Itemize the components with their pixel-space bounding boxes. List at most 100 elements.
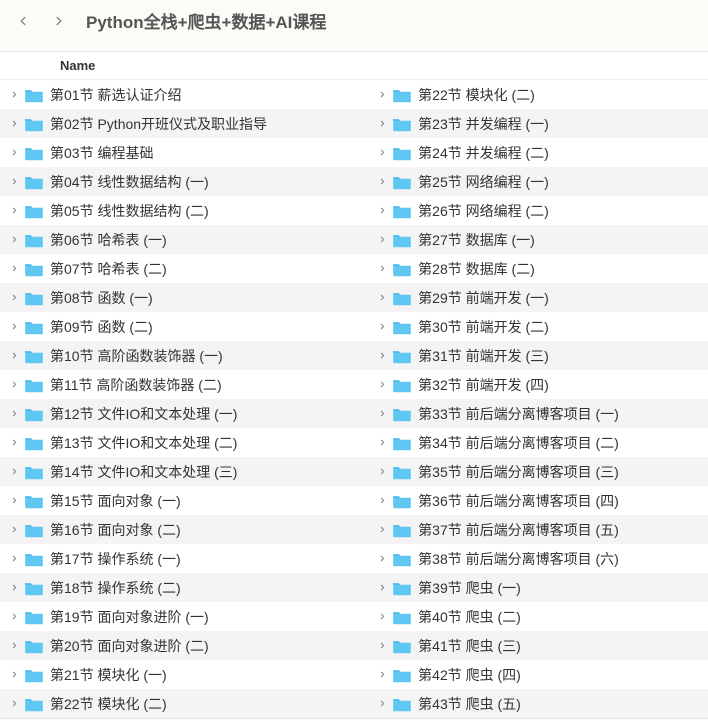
- disclosure-triangle-icon[interactable]: [8, 698, 20, 710]
- folder-row[interactable]: 第27节 数据库 (一): [368, 225, 708, 254]
- folder-row[interactable]: 第11节 高阶函数装饰器 (二): [0, 370, 368, 399]
- folder-row[interactable]: 第13节 文件IO和文本处理 (二): [0, 428, 368, 457]
- disclosure-triangle-icon[interactable]: [376, 437, 388, 449]
- folder-row[interactable]: 第10节 高阶函数装饰器 (一): [0, 341, 368, 370]
- folder-row[interactable]: 第12节 文件IO和文本处理 (一): [0, 399, 368, 428]
- folder-row[interactable]: 第04节 线性数据结构 (一): [0, 167, 368, 196]
- disclosure-triangle-icon[interactable]: [376, 176, 388, 188]
- disclosure-triangle-icon[interactable]: [376, 147, 388, 159]
- folder-row[interactable]: 第05节 线性数据结构 (二): [0, 196, 368, 225]
- folder-row[interactable]: 第16节 面向对象 (二): [0, 515, 368, 544]
- disclosure-triangle-icon[interactable]: [8, 263, 20, 275]
- disclosure-triangle-icon[interactable]: [8, 147, 20, 159]
- disclosure-triangle-icon[interactable]: [376, 321, 388, 333]
- disclosure-triangle-icon[interactable]: [8, 292, 20, 304]
- folder-row[interactable]: 第15节 面向对象 (一): [0, 486, 368, 515]
- folder-row[interactable]: 第20节 面向对象进阶 (二): [0, 631, 368, 660]
- folder-row[interactable]: 第28节 数据库 (二): [368, 254, 708, 283]
- folder-row[interactable]: 第18节 操作系统 (二): [0, 573, 368, 602]
- disclosure-triangle-icon[interactable]: [376, 292, 388, 304]
- disclosure-triangle-icon[interactable]: [376, 118, 388, 130]
- folder-label: 第15节 面向对象 (一): [50, 491, 181, 511]
- disclosure-triangle-icon[interactable]: [8, 176, 20, 188]
- disclosure-triangle-icon[interactable]: [8, 437, 20, 449]
- folder-row[interactable]: 第23节 并发编程 (一): [368, 109, 708, 138]
- disclosure-triangle-icon[interactable]: [376, 495, 388, 507]
- disclosure-triangle-icon[interactable]: [376, 582, 388, 594]
- folder-row[interactable]: 第07节 哈希表 (二): [0, 254, 368, 283]
- folder-icon: [392, 464, 412, 480]
- folder-row[interactable]: 第21节 模块化 (一): [0, 660, 368, 689]
- folder-row[interactable]: 第34节 前后端分离博客项目 (二): [368, 428, 708, 457]
- disclosure-triangle-icon[interactable]: [376, 263, 388, 275]
- folder-row[interactable]: 第01节 薪选认证介绍: [0, 80, 368, 109]
- folder-row[interactable]: 第19节 面向对象进阶 (一): [0, 602, 368, 631]
- page-title: Python全栈+爬虫+数据+AI课程: [86, 8, 326, 33]
- disclosure-triangle-icon[interactable]: [376, 89, 388, 101]
- folder-row[interactable]: 第37节 前后端分离博客项目 (五): [368, 515, 708, 544]
- folder-row[interactable]: 第42节 爬虫 (四): [368, 660, 708, 689]
- disclosure-triangle-icon[interactable]: [8, 582, 20, 594]
- disclosure-triangle-icon[interactable]: [8, 611, 20, 623]
- folder-row[interactable]: 第22节 模块化 (二): [0, 689, 368, 718]
- disclosure-triangle-icon[interactable]: [8, 350, 20, 362]
- folder-label: 第34节 前后端分离博客项目 (二): [418, 433, 619, 453]
- folder-row[interactable]: 第39节 爬虫 (一): [368, 573, 708, 602]
- folder-label: 第41节 爬虫 (三): [418, 636, 521, 656]
- folder-row[interactable]: 第36节 前后端分离博客项目 (四): [368, 486, 708, 515]
- disclosure-triangle-icon[interactable]: [376, 205, 388, 217]
- disclosure-triangle-icon[interactable]: [8, 495, 20, 507]
- disclosure-triangle-icon[interactable]: [376, 234, 388, 246]
- disclosure-triangle-icon[interactable]: [376, 466, 388, 478]
- disclosure-triangle-icon[interactable]: [8, 118, 20, 130]
- disclosure-triangle-icon[interactable]: [8, 408, 20, 420]
- folder-icon: [24, 464, 44, 480]
- disclosure-triangle-icon[interactable]: [376, 379, 388, 391]
- folder-row[interactable]: 第40节 爬虫 (二): [368, 602, 708, 631]
- folder-row[interactable]: 第14节 文件IO和文本处理 (三): [0, 457, 368, 486]
- folder-row[interactable]: 第30节 前端开发 (二): [368, 312, 708, 341]
- back-icon[interactable]: [14, 12, 32, 30]
- folder-row[interactable]: 第31节 前端开发 (三): [368, 341, 708, 370]
- disclosure-triangle-icon[interactable]: [376, 669, 388, 681]
- folder-row[interactable]: 第02节 Python开班仪式及职业指导: [0, 109, 368, 138]
- folder-row[interactable]: 第03节 编程基础: [0, 138, 368, 167]
- disclosure-triangle-icon[interactable]: [376, 611, 388, 623]
- disclosure-triangle-icon[interactable]: [8, 321, 20, 333]
- disclosure-triangle-icon[interactable]: [376, 350, 388, 362]
- disclosure-triangle-icon[interactable]: [376, 524, 388, 536]
- folder-row[interactable]: 第32节 前端开发 (四): [368, 370, 708, 399]
- folder-label: 第18节 操作系统 (二): [50, 578, 181, 598]
- disclosure-triangle-icon[interactable]: [376, 408, 388, 420]
- disclosure-triangle-icon[interactable]: [8, 640, 20, 652]
- folder-row[interactable]: 第26节 网络编程 (二): [368, 196, 708, 225]
- disclosure-triangle-icon[interactable]: [8, 524, 20, 536]
- folder-row[interactable]: 第29节 前端开发 (一): [368, 283, 708, 312]
- folder-row[interactable]: 第08节 函数 (一): [0, 283, 368, 312]
- folder-row[interactable]: 第41节 爬虫 (三): [368, 631, 708, 660]
- disclosure-triangle-icon[interactable]: [8, 205, 20, 217]
- disclosure-triangle-icon[interactable]: [376, 553, 388, 565]
- disclosure-triangle-icon[interactable]: [8, 553, 20, 565]
- disclosure-triangle-icon[interactable]: [376, 698, 388, 710]
- disclosure-triangle-icon[interactable]: [376, 640, 388, 652]
- folder-row[interactable]: 第09节 函数 (二): [0, 312, 368, 341]
- disclosure-triangle-icon[interactable]: [8, 379, 20, 391]
- disclosure-triangle-icon[interactable]: [8, 234, 20, 246]
- disclosure-triangle-icon[interactable]: [8, 89, 20, 101]
- disclosure-triangle-icon[interactable]: [8, 669, 20, 681]
- folder-row[interactable]: 第38节 前后端分离博客项目 (六): [368, 544, 708, 573]
- folder-row[interactable]: 第33节 前后端分离博客项目 (一): [368, 399, 708, 428]
- folder-label: 第36节 前后端分离博客项目 (四): [418, 491, 619, 511]
- folder-row[interactable]: 第22节 模块化 (二): [368, 80, 708, 109]
- column-header-name[interactable]: Name: [0, 52, 708, 80]
- folder-icon: [24, 551, 44, 567]
- folder-row[interactable]: 第06节 哈希表 (一): [0, 225, 368, 254]
- folder-row[interactable]: 第17节 操作系统 (一): [0, 544, 368, 573]
- disclosure-triangle-icon[interactable]: [8, 466, 20, 478]
- forward-icon[interactable]: [50, 12, 68, 30]
- folder-row[interactable]: 第24节 并发编程 (二): [368, 138, 708, 167]
- folder-row[interactable]: 第35节 前后端分离博客项目 (三): [368, 457, 708, 486]
- folder-row[interactable]: 第25节 网络编程 (一): [368, 167, 708, 196]
- folder-row[interactable]: 第43节 爬虫 (五): [368, 689, 708, 718]
